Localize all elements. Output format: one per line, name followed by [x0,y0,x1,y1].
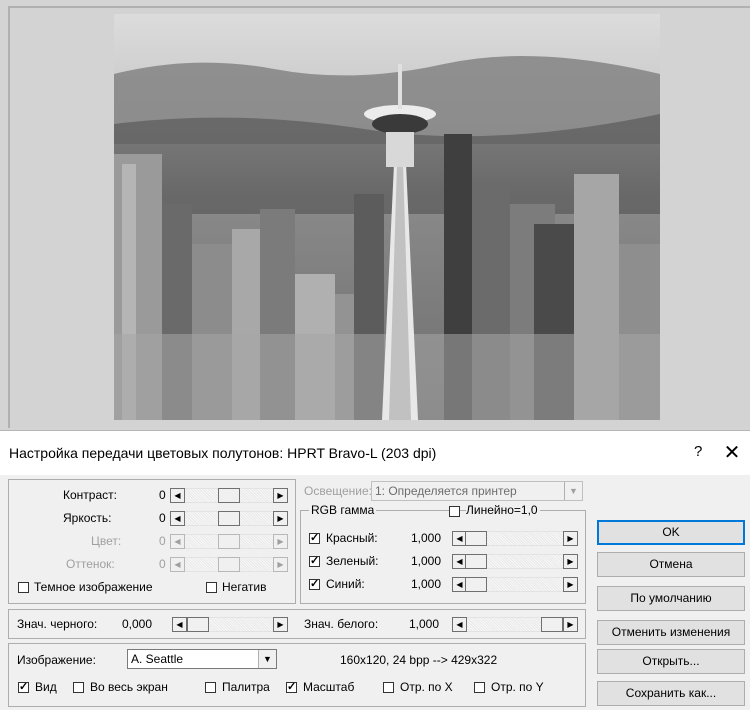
color-slider: ◀ ▶ [170,534,288,549]
contrast-slider[interactable]: ◀ ▶ [170,488,288,503]
preview-image [114,14,660,420]
scale-label: Масштаб [303,680,355,694]
slider-thumb[interactable] [541,617,563,632]
scale-checkbox[interactable]: ✓ [286,682,297,693]
dark-image-checkbox[interactable] [18,582,29,593]
green-value: 1,000 [411,554,442,568]
black-level-label: Знач. черного: [17,617,98,631]
slider-thumb[interactable] [218,488,240,503]
scroll-right-icon[interactable]: ▶ [273,617,288,632]
view-checkbox[interactable]: ✓ [18,682,29,693]
illumination-label: Освещение: [304,484,372,498]
scroll-right-icon[interactable]: ▶ [563,577,578,592]
scroll-left-icon[interactable]: ◀ [172,617,187,632]
image-info: 160x120, 24 bpp --> 429x322 [340,653,498,667]
fullscreen-checkbox[interactable] [73,682,84,693]
green-label: Зеленый: [326,554,379,568]
red-gamma-slider[interactable]: ◀ ▶ [452,531,578,546]
mirror-y-label: Отр. по Y [491,680,544,694]
save-as-button[interactable]: Сохранить как... [597,681,745,706]
scroll-right-icon: ▶ [273,557,288,572]
slider-thumb [218,534,240,549]
slider-thumb[interactable] [465,577,487,592]
image-select-value: A. Seattle [131,652,184,666]
green-checkbox[interactable]: ✓ [309,556,320,567]
slider-thumb [218,557,240,572]
hue-label: Оттенок: [66,557,115,571]
scroll-right-icon[interactable]: ▶ [563,617,578,632]
scroll-right-icon[interactable]: ▶ [273,488,288,503]
negative-label: Негатив [222,580,267,594]
scroll-right-icon: ▶ [273,534,288,549]
color-value: 0 [159,534,166,548]
scroll-left-icon[interactable]: ◀ [170,488,185,503]
brightness-label: Яркость: [63,511,112,525]
blue-value: 1,000 [411,577,442,591]
white-level-label: Знач. белого: [304,617,379,631]
black-level-value: 0,000 [122,617,153,631]
linear-checkbox[interactable] [449,506,460,517]
view-label: Вид [35,680,57,694]
palette-label: Палитра [222,680,270,694]
scroll-left-icon: ◀ [170,557,185,572]
help-button[interactable]: ? [694,443,702,460]
illumination-select: 1: Определяется принтер ▼ [371,481,583,501]
red-checkbox[interactable]: ✓ [309,533,320,544]
open-button[interactable]: Открыть... [597,649,745,674]
green-gamma-slider[interactable]: ◀ ▶ [452,554,578,569]
contrast-label: Контраст: [63,488,117,502]
scroll-right-icon[interactable]: ▶ [273,511,288,526]
slider-thumb[interactable] [218,511,240,526]
slider-thumb[interactable] [187,617,209,632]
blue-gamma-slider[interactable]: ◀ ▶ [452,577,578,592]
chevron-down-icon[interactable]: ▼ [258,650,276,668]
hue-slider: ◀ ▶ [170,557,288,572]
rgb-gamma-title: RGB гамма [309,503,377,517]
red-label: Красный: [326,531,378,545]
linear-label: Линейно=1,0 [466,503,540,517]
slider-thumb[interactable] [465,531,487,546]
blue-checkbox[interactable]: ✓ [309,579,320,590]
dialog-titlebar: Настройка передачи цветовых полутонов: H… [0,431,750,475]
dialog-title: Настройка передачи цветовых полутонов: H… [9,445,437,461]
hue-value: 0 [159,557,166,571]
scroll-left-icon[interactable]: ◀ [170,511,185,526]
halftone-settings-dialog: Настройка передачи цветовых полутонов: H… [0,430,750,710]
mirror-x-label: Отр. по X [400,680,453,694]
negative-checkbox[interactable] [206,582,217,593]
palette-checkbox[interactable] [205,682,216,693]
slider-thumb[interactable] [465,554,487,569]
dark-image-label: Темное изображение [34,580,153,594]
chevron-down-icon: ▼ [564,482,582,500]
illumination-select-value: 1: Определяется принтер [375,484,517,498]
red-value: 1,000 [411,531,442,545]
brightness-value: 0 [159,511,166,525]
revert-button[interactable]: Отменить изменения [597,620,745,645]
white-level-value: 1,000 [409,617,440,631]
scroll-right-icon[interactable]: ▶ [563,531,578,546]
seattle-skyline-picture [114,14,660,420]
ok-button[interactable]: OK [597,520,745,545]
white-level-slider[interactable]: ◀ ▶ [452,617,578,632]
mirror-x-checkbox[interactable] [383,682,394,693]
scroll-left-icon: ◀ [170,534,185,549]
image-select[interactable]: A. Seattle ▼ [127,649,277,669]
scroll-left-icon[interactable]: ◀ [452,617,467,632]
black-level-slider[interactable]: ◀ ▶ [172,617,288,632]
contrast-value: 0 [159,488,166,502]
default-button[interactable]: По умолчанию [597,586,745,611]
image-label: Изображение: [17,653,96,667]
close-button[interactable]: ✕ [718,439,746,467]
fullscreen-label: Во весь экран [90,680,168,694]
mirror-y-checkbox[interactable] [474,682,485,693]
color-label: Цвет: [91,534,122,548]
scroll-right-icon[interactable]: ▶ [563,554,578,569]
brightness-slider[interactable]: ◀ ▶ [170,511,288,526]
cancel-button[interactable]: Отмена [597,552,745,577]
blue-label: Синий: [326,577,365,591]
